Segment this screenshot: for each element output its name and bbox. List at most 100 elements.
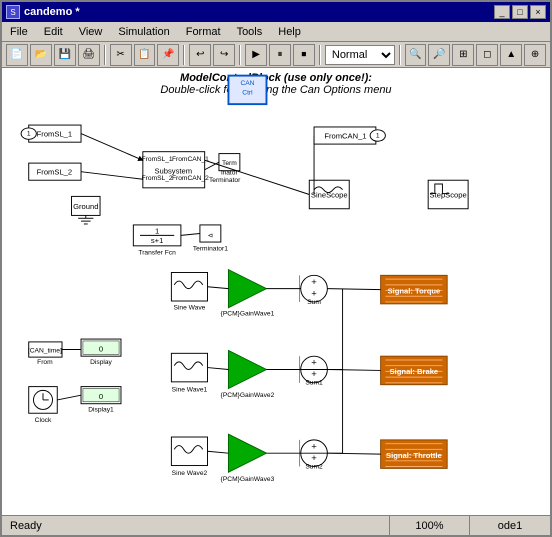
svg-text:Sum2: Sum2 [305,463,323,470]
svg-text:Display1: Display1 [88,406,114,413]
separator2 [183,45,185,65]
svg-text:Subsystem: Subsystem [155,167,193,176]
new-button[interactable]: 📄 [6,44,28,66]
copy-button[interactable]: 📋 [134,44,156,66]
svg-text:FromCAN_1: FromCAN_1 [172,156,209,163]
title-bar-left: S candemo * [6,5,80,19]
menu-bar: File Edit View Simulation Format Tools H… [2,22,550,42]
extra-btn1[interactable]: ◻ [476,44,498,66]
sine-wave2-block[interactable] [171,437,207,466]
undo-button[interactable]: ↩ [189,44,211,66]
gain-wave2-block[interactable] [228,350,266,388]
main-window: S candemo * _ □ × File Edit View Simulat… [0,0,552,537]
svg-text:{PCM}GainWave1: {PCM}GainWave1 [221,310,275,317]
svg-text:+: + [311,441,317,452]
toolbar: 📄 📂 💾 🖨 ✂ 📋 📌 ↩ ↪ ▶ ⏸ ⏹ Normal 🔍 🔎 ⊞ ◻ ▲… [2,42,550,68]
status-solver: ode1 [470,516,550,535]
extra-btn3[interactable]: ⊕ [524,44,546,66]
menu-help[interactable]: Help [270,22,309,41]
canvas-area[interactable]: ModelControlBlock (use only once!): Doub… [2,68,550,515]
minimize-button[interactable]: _ [494,5,510,19]
svg-text:⊲: ⊲ [208,232,214,239]
fit-button[interactable]: ⊞ [452,44,474,66]
svg-text:1: 1 [27,131,31,138]
gain-wave1-block[interactable] [228,270,266,308]
svg-text:Signal: Torque: Signal: Torque [388,286,441,295]
maximize-button[interactable]: □ [512,5,528,19]
svg-text:SineScope: SineScope [311,190,348,199]
svg-text:+: + [311,288,317,299]
svg-text:FromCAN_2: FromCAN_2 [172,175,209,182]
svg-text:FromSL_1: FromSL_1 [37,129,72,138]
svg-text:Sine Wave2: Sine Wave2 [172,470,208,477]
svg-text:Sum1: Sum1 [305,380,323,387]
svg-text:1: 1 [376,132,380,139]
svg-text:Clock: Clock [35,417,52,424]
pause-button[interactable]: ⏸ [269,44,291,66]
title-bar: S candemo * _ □ × [2,2,550,22]
svg-text:+: + [311,453,317,464]
svg-text:From: From [37,359,53,366]
menu-edit[interactable]: Edit [36,22,71,41]
svg-text:Sum: Sum [307,299,321,306]
menu-simulation[interactable]: Simulation [110,22,177,41]
status-zoom: 100% [390,516,470,535]
svg-text:Terminator: Terminator [209,177,241,184]
zoom-out-button[interactable]: 🔎 [428,44,450,66]
svg-text:FromCAN_1: FromCAN_1 [324,131,366,140]
gain-wave3-block[interactable] [228,434,266,472]
start-button[interactable]: ▶ [245,44,267,66]
open-button[interactable]: 📂 [30,44,52,66]
menu-file[interactable]: File [2,22,36,41]
menu-view[interactable]: View [71,22,111,41]
svg-text:Ground: Ground [73,202,98,211]
svg-text:FromSL_1: FromSL_1 [142,156,173,163]
title-controls: _ □ × [494,5,546,19]
print-button[interactable]: 🖨 [78,44,100,66]
window-title: candemo * [24,6,80,18]
separator4 [319,45,321,65]
svg-text:+: + [311,358,317,369]
svg-text:[CAN_time]: [CAN_time] [28,347,62,354]
svg-text:CAN: CAN [240,80,254,87]
sine-wave-block[interactable] [171,272,207,301]
svg-text:0: 0 [99,344,103,353]
close-button[interactable]: × [530,5,546,19]
svg-text:Ctrl: Ctrl [242,90,253,97]
stop-button[interactable]: ⏹ [293,44,315,66]
sine-wave1-block[interactable] [171,353,207,382]
status-ready: Ready [2,516,390,535]
svg-text:0: 0 [99,392,103,401]
app-icon: S [6,5,20,19]
cut-button[interactable]: ✂ [110,44,132,66]
svg-text:FromSL_2: FromSL_2 [37,168,72,177]
menu-tools[interactable]: Tools [229,22,271,41]
svg-text:Sine Wave: Sine Wave [174,305,206,312]
simulink-diagram[interactable]: CAN Ctrl FromSL_1 1 FromSL_2 Subsystem F… [2,68,550,515]
separator5 [399,45,401,65]
svg-text:Signal: Brake: Signal: Brake [390,367,439,376]
svg-text:Signal: Throttle: Signal: Throttle [386,451,442,460]
paste-button[interactable]: 📌 [157,44,179,66]
redo-button[interactable]: ↪ [213,44,235,66]
svg-text:{PCM}GainWave3: {PCM}GainWave3 [221,476,275,483]
extra-btn2[interactable]: ▲ [500,44,522,66]
svg-text:Display: Display [90,359,112,366]
svg-text:Term: Term [222,160,237,167]
zoom-in-button[interactable]: 🔍 [405,44,427,66]
svg-text:+: + [311,369,317,380]
svg-text:FromSL_2: FromSL_2 [142,175,173,182]
status-bar: Ready 100% ode1 [2,515,550,535]
separator1 [104,45,106,65]
svg-text:1: 1 [155,226,159,235]
svg-text:s+1: s+1 [151,236,163,245]
svg-text:{PCM}GainWave2: {PCM}GainWave2 [221,392,275,399]
svg-text:+: + [311,277,317,288]
svg-text:Transfer Fcn: Transfer Fcn [138,249,176,256]
menu-format[interactable]: Format [178,22,229,41]
separator3 [239,45,241,65]
svg-text:Sine Wave1: Sine Wave1 [172,386,208,393]
sim-mode-select[interactable]: Normal [325,45,395,65]
save-button[interactable]: 💾 [54,44,76,66]
svg-text:Terminator1: Terminator1 [193,246,228,253]
